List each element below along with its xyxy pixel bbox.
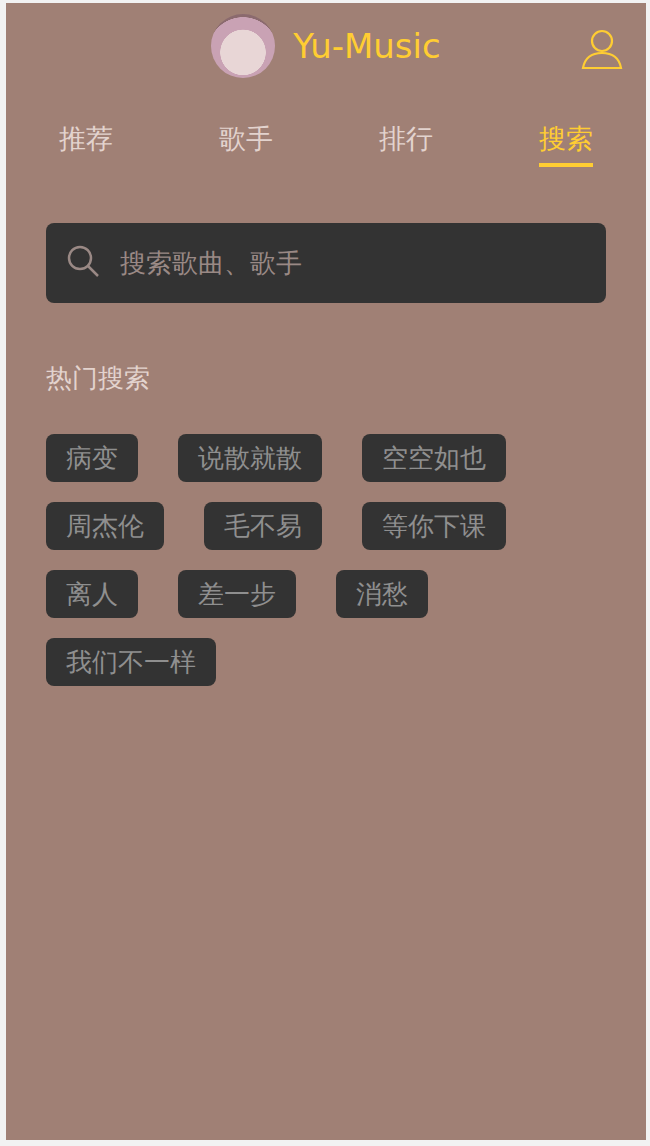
user-icon[interactable]	[580, 27, 624, 71]
search-box[interactable]	[46, 223, 606, 303]
hot-search-tag[interactable]: 消愁	[336, 570, 428, 618]
tab-bar: 推荐 歌手 排行 搜索	[6, 93, 646, 181]
tab-label: 排行	[379, 121, 433, 167]
hot-search-tag[interactable]: 差一步	[178, 570, 296, 618]
hot-search-tag[interactable]: 病变	[46, 434, 138, 482]
tab-label: 推荐	[59, 121, 113, 167]
tab[interactable]: 推荐	[6, 93, 166, 181]
header: Yu-Music	[6, 3, 646, 93]
tab[interactable]: 歌手	[166, 93, 326, 181]
search-input[interactable]	[118, 247, 586, 279]
tab-label: 歌手	[219, 121, 273, 167]
hot-search-list: 病变说散就散空空如也周杰伦毛不易等你下课离人差一步消愁我们不一样	[46, 434, 606, 686]
hot-search-title: 热门搜索	[46, 361, 606, 396]
hot-search-tag[interactable]: 说散就散	[178, 434, 322, 482]
search-icon	[66, 244, 100, 282]
avatar-image	[211, 14, 275, 78]
search-page: 热门搜索病变说散就散空空如也周杰伦毛不易等你下课离人差一步消愁我们不一样	[6, 181, 646, 686]
tab[interactable]: 搜索	[486, 93, 646, 181]
hot-search-tag[interactable]: 空空如也	[362, 434, 506, 482]
tab-label: 搜索	[539, 121, 593, 167]
hot-search-tag[interactable]: 我们不一样	[46, 638, 216, 686]
hot-search-tag[interactable]: 等你下课	[362, 502, 506, 550]
hot-search-tag[interactable]: 离人	[46, 570, 138, 618]
tab[interactable]: 排行	[326, 93, 486, 181]
hot-search-tag[interactable]: 周杰伦	[46, 502, 164, 550]
hot-search-tag[interactable]: 毛不易	[204, 502, 322, 550]
app-title: Yu-Music	[293, 26, 440, 66]
